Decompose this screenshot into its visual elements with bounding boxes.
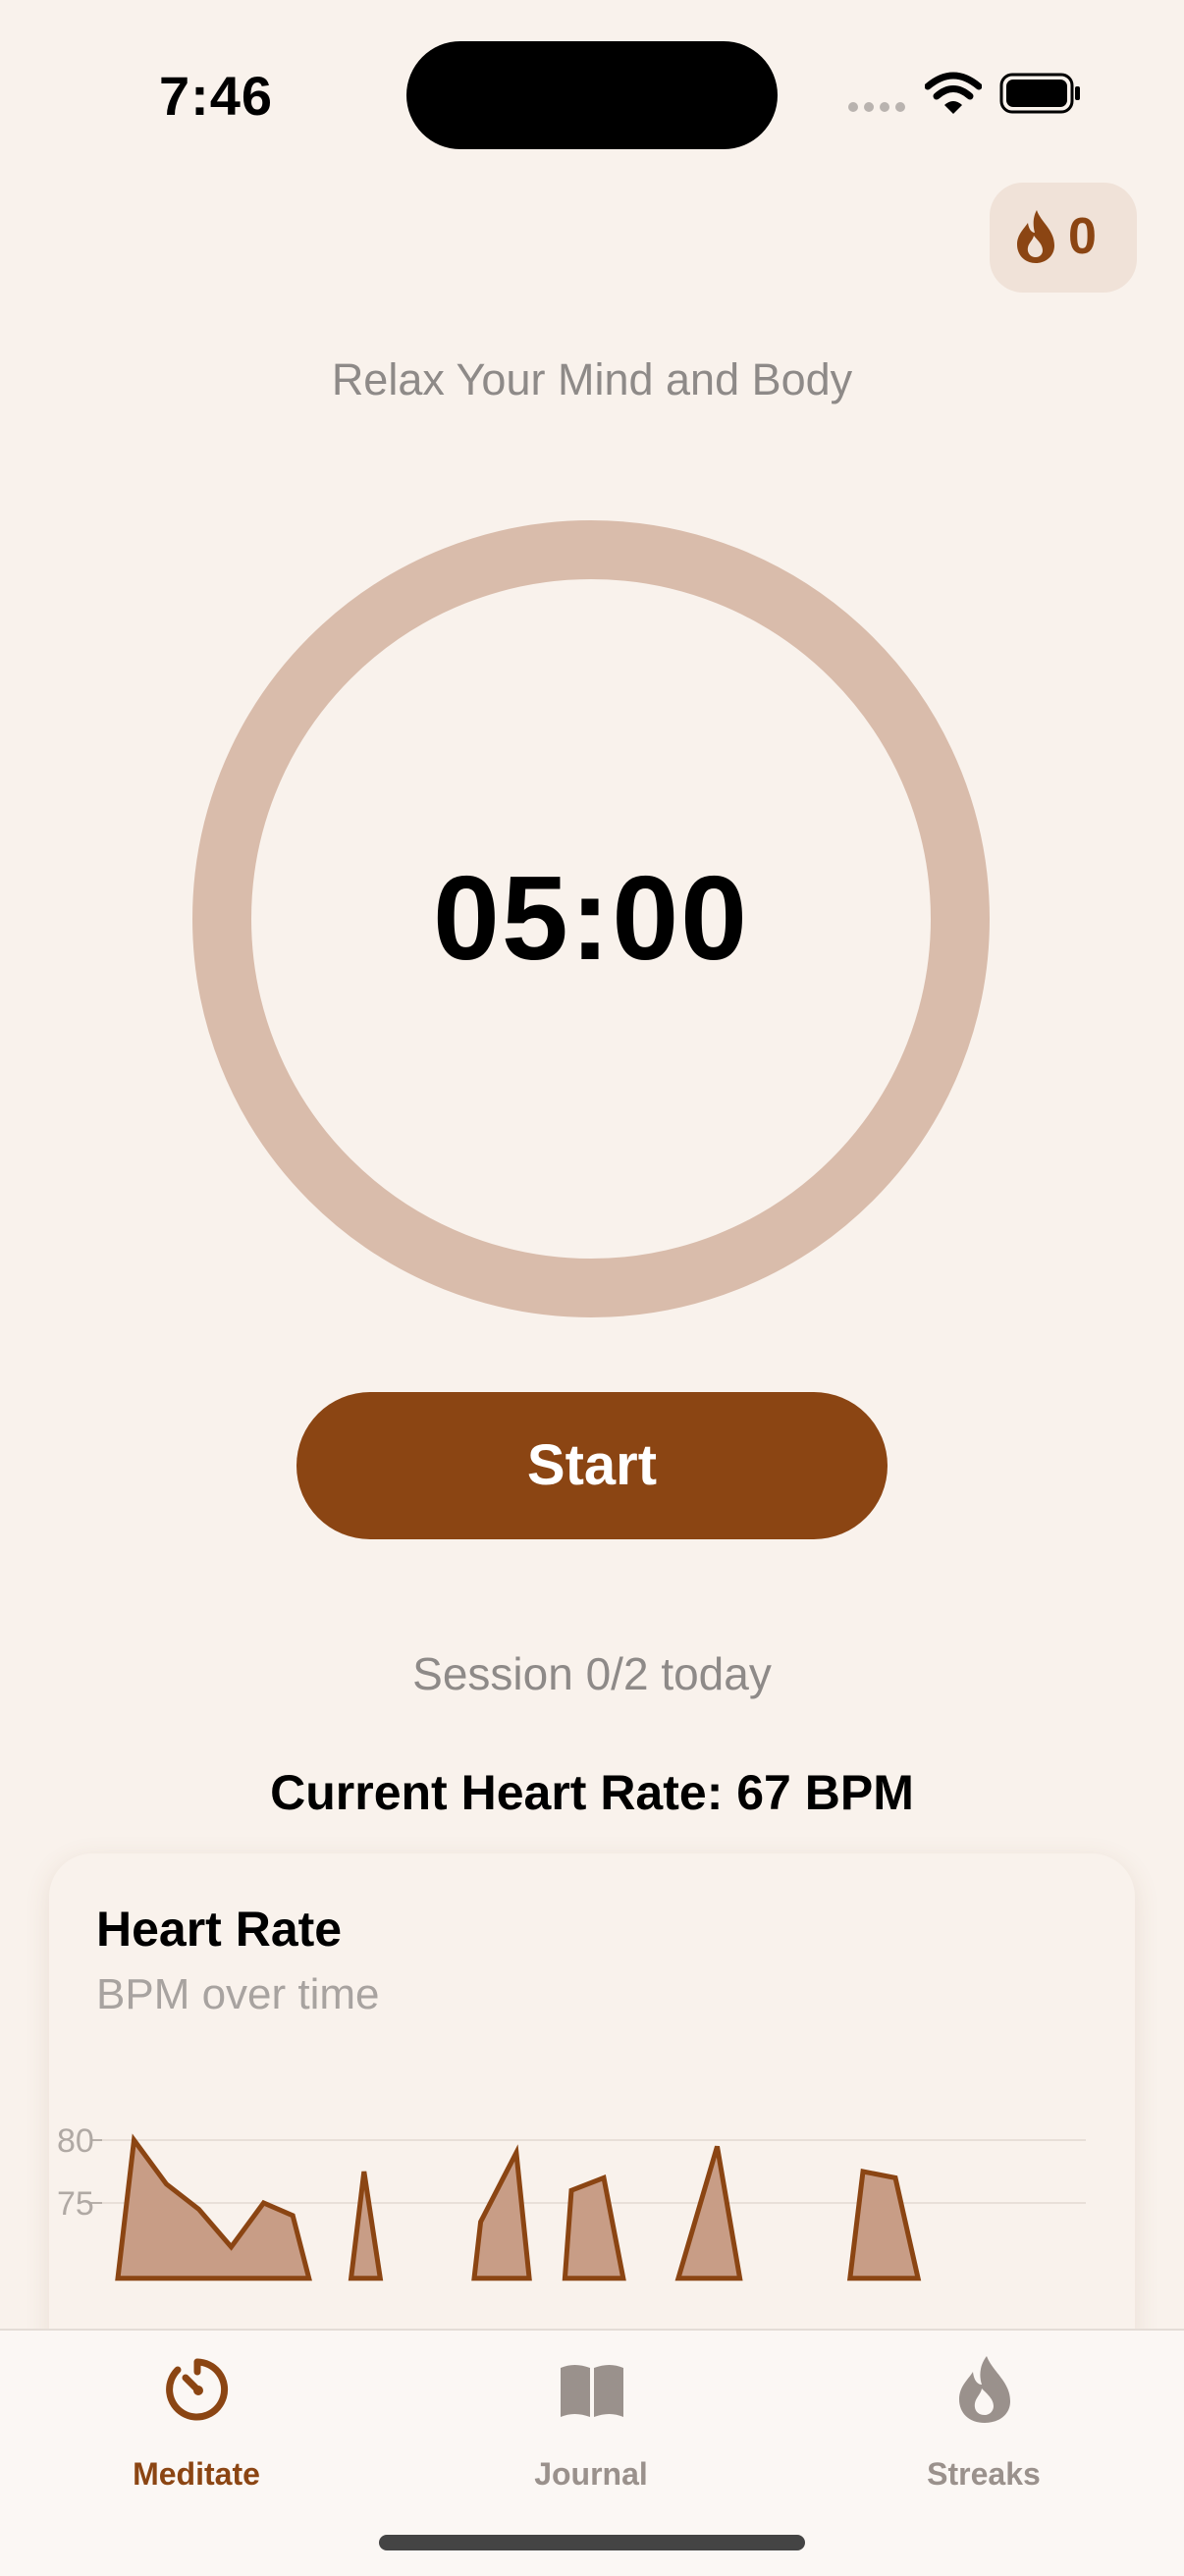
tab-label-streaks: Streaks [927,2456,1041,2492]
heart-rate-area-segment [674,2145,743,2281]
heart-rate-card: 80 75 Heart Rate BPM over time [49,1853,1135,2403]
streak-count: 0 [1068,208,1097,265]
start-button[interactable]: Start [296,1392,888,1539]
card-title: Heart Rate [96,1902,343,1957]
heart-rate-area-segment [471,2144,532,2281]
tab-label-meditate: Meditate [133,2456,260,2492]
tab-meditate[interactable]: Meditate [69,2344,324,2501]
page-subtitle: Relax Your Mind and Body [331,354,853,404]
status-time: 7:46 [158,65,274,127]
timer-icon [166,2358,229,2421]
timer-display: 05:00 [432,851,750,985]
flame-icon [1017,210,1054,263]
y-tick-label: 80 [57,2122,94,2160]
heart-rate-area-segment [846,2169,922,2281]
current-heart-rate: Current Heart Rate: 67 BPM [270,1765,914,1820]
heart-rate-area-segment [115,2133,312,2281]
card-subtitle: BPM over time [96,1970,380,2018]
battery-icon [999,73,1080,114]
heart-rate-area-segment [562,2174,626,2281]
tab-label-journal: Journal [534,2456,648,2492]
tab-journal[interactable]: Journal [463,2344,719,2501]
book-icon [561,2365,623,2417]
dynamic-island [406,41,778,149]
wifi-icon [925,72,982,114]
home-indicator [379,2535,805,2550]
cellular-signal-icon [848,102,907,114]
flame-icon [959,2356,1010,2423]
y-tick-label: 75 [57,2185,94,2223]
tab-streaks[interactable]: Streaks [856,2344,1111,2501]
heart-rate-area-segment [348,2171,384,2281]
session-count: Session 0/2 today [412,1648,772,1699]
